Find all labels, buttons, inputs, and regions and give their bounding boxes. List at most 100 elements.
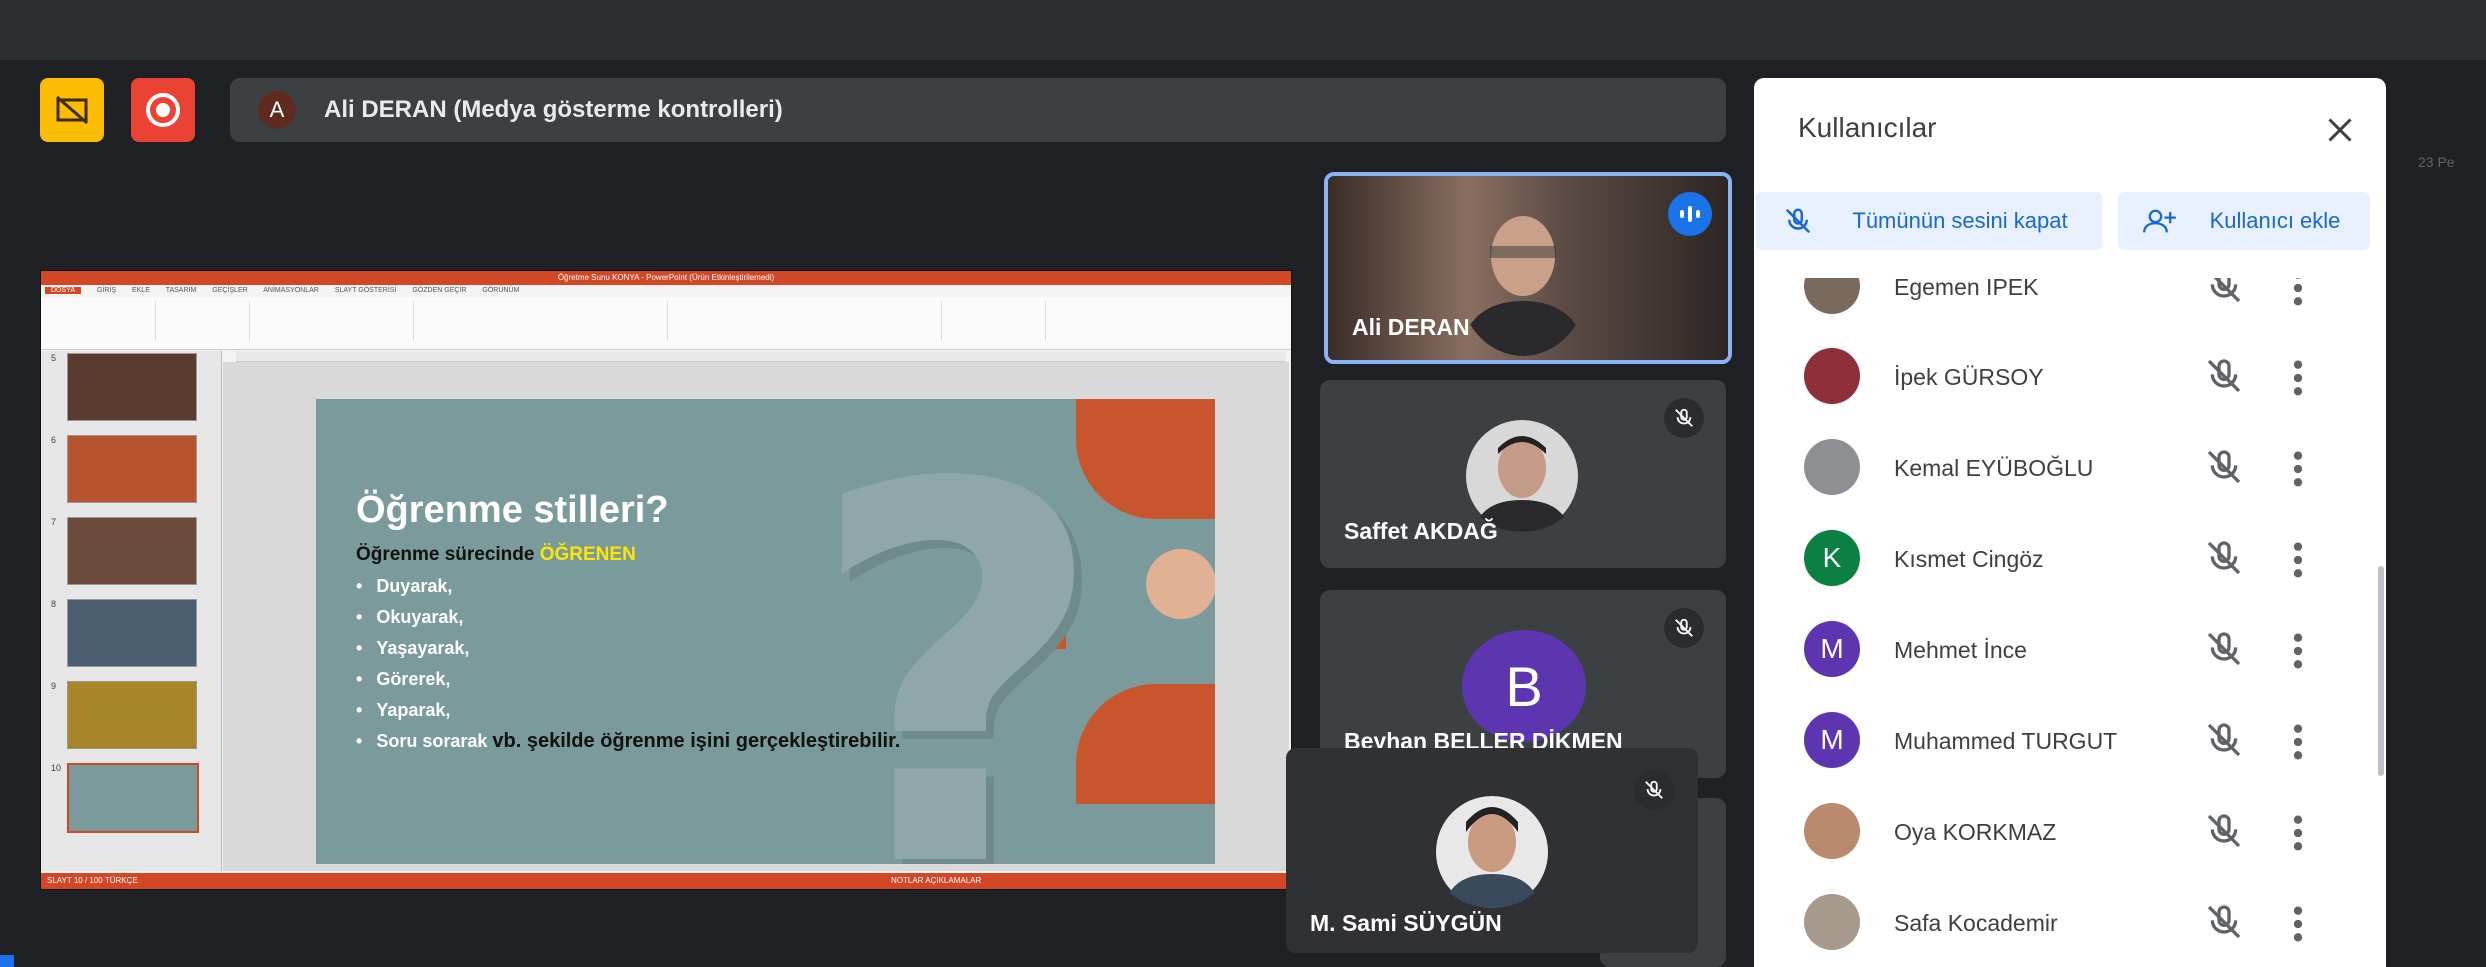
ppt-tab: GÖZDEN GEÇİR <box>412 287 467 294</box>
more-options-icon[interactable] <box>2290 813 2306 853</box>
slide-thumbnail <box>67 681 197 749</box>
participant-initial-avatar: K <box>1804 530 1860 586</box>
slide-bullet-bold: vb. şekilde öğrenme işini gerçekleştireb… <box>492 730 901 752</box>
participant-row[interactable]: Egemen İPEK <box>1774 278 2334 318</box>
mic-off-icon <box>1675 618 1693 637</box>
slide-bullet: Yaparak, <box>356 695 900 726</box>
slide-bullet: Duyarak, <box>356 571 900 602</box>
participant-row-name: Kemal EYÜBOĞLU <box>1894 455 2094 481</box>
slide-subtitle-prefix: Öğrenme sürecinde <box>356 544 540 565</box>
mic-off-icon <box>2207 723 2241 757</box>
record-button[interactable] <box>131 78 195 142</box>
participant-avatar <box>1466 420 1578 532</box>
ppt-tab: TASARIM <box>165 287 197 294</box>
ppt-ribbon-group <box>45 301 156 341</box>
ppt-ribbon-group <box>159 301 250 341</box>
mic-off-icon <box>2207 814 2241 848</box>
thumb-number: 7 <box>51 517 57 527</box>
participant-row-name: Muhammed TURGUT <box>1894 728 2118 754</box>
ppt-ribbon-tabs: DOSYA GİRİŞ EKLE TASARIM GEÇİŞLER ANİMAS… <box>41 285 1291 297</box>
record-icon <box>146 93 180 127</box>
people-panel: Kullanıcılar Tümünün sesini kapat Kullan… <box>1754 78 2386 967</box>
ppt-thumbnail-pane: 5 6 7 8 9 10 <box>41 351 222 871</box>
participant-row[interactable]: Safa Kocademir <box>1774 874 2334 954</box>
participant-tile-active[interactable]: Ali DERAN <box>1324 172 1732 364</box>
shared-screen: Öğretme Sunu KONYA - PowerPoint (Ürün Et… <box>40 270 1292 890</box>
close-icon[interactable] <box>2322 112 2358 148</box>
participant-row[interactable]: M Muhammed TURGUT <box>1774 692 2334 772</box>
participant-row[interactable]: İpek GÜRSOY <box>1774 328 2334 408</box>
add-user-button[interactable]: Kullanıcı ekle <box>2118 192 2370 250</box>
edge-date-text: 23 Pe <box>2418 154 2455 170</box>
slide-bullet: Görerek, <box>356 664 900 695</box>
mic-off-icon <box>2207 450 2241 484</box>
participant-photo <box>1804 348 1860 404</box>
more-options-icon[interactable] <box>2290 540 2306 580</box>
mute-all-label: Tümünün sesini kapat <box>1852 208 2068 233</box>
presenter-label: Ali DERAN (Medya gösterme kontrolleri) <box>324 96 783 123</box>
participant-row[interactable]: Kemal EYÜBOĞLU <box>1774 419 2334 499</box>
ppt-tab: SLAYT GÖSTERİSİ <box>334 287 397 294</box>
mic-off-icon <box>1645 780 1663 799</box>
participant-row[interactable]: Oya KORKMAZ <box>1774 783 2334 863</box>
mic-off-icon <box>2207 359 2241 393</box>
thumb-number: 10 <box>51 763 62 773</box>
presentation-off-icon <box>56 95 88 125</box>
ppt-tab: GÖRÜNÜM <box>482 287 520 294</box>
participant-initial-avatar: M <box>1804 712 1860 768</box>
more-options-icon[interactable] <box>2290 631 2306 671</box>
slide-thumbnail <box>67 353 197 421</box>
participant-photo <box>1804 278 1860 314</box>
more-options-icon[interactable] <box>2290 449 2306 489</box>
thumb-number: 9 <box>51 681 57 691</box>
mic-off-icon <box>2207 541 2241 575</box>
slide-thumbnail <box>67 599 197 667</box>
add-user-label: Kullanıcı ekle <box>2209 208 2341 233</box>
participant-photo <box>1804 439 1860 495</box>
slide-decoration <box>1146 549 1215 619</box>
participant-tile-floating[interactable]: M. Sami SÜYGÜN <box>1286 748 1698 953</box>
speaking-indicator <box>1668 192 1712 236</box>
participant-row[interactable]: M Mehmet İnce <box>1774 601 2334 681</box>
participant-row-name: Safa Kocademir <box>1894 910 2058 936</box>
thumb-number: 6 <box>51 435 57 445</box>
presenter-avatar: A <box>258 91 296 129</box>
mic-off-icon <box>2210 278 2241 303</box>
participant-tile[interactable]: Saffet AKDAĞ <box>1320 380 1726 568</box>
participant-row-name: Mehmet İnce <box>1894 637 2027 663</box>
participant-row-name: İpek GÜRSOY <box>1894 364 2044 390</box>
participant-video-person <box>1458 216 1588 356</box>
mic-off-icon <box>2207 905 2241 939</box>
participant-initial-avatar: B <box>1462 630 1586 742</box>
slide-bullet: Yaşayarak, <box>356 633 900 664</box>
more-options-icon[interactable] <box>2290 722 2306 762</box>
participant-name: M. Sami SÜYGÜN <box>1310 910 1502 936</box>
audio-level-icon <box>1680 206 1700 222</box>
ppt-ribbon-group <box>671 301 942 341</box>
panel-title: Kullanıcılar <box>1798 112 1937 143</box>
tile-mute-indicator <box>1634 770 1674 810</box>
presenter-bar[interactable]: A Ali DERAN (Medya gösterme kontrolleri) <box>230 78 1726 142</box>
ppt-status-left: SLAYT 10 / 100 TÜRKÇE <box>47 876 138 885</box>
slide-bullet-last: Soru sorarak vb. şekilde öğrenme işini g… <box>356 730 900 753</box>
slide-thumbnail-active <box>67 763 199 833</box>
mute-all-button[interactable]: Tümünün sesini kapat <box>1756 192 2102 250</box>
slide-subtitle: Öğrenme sürecinde ÖĞRENEN <box>356 544 636 566</box>
participant-row[interactable]: K Kısmet Cingöz <box>1774 510 2334 590</box>
slide-thumbnail <box>67 517 197 585</box>
slide-thumbnail <box>67 435 197 503</box>
more-options-icon[interactable] <box>2290 358 2306 398</box>
more-options-icon[interactable] <box>2290 904 2306 944</box>
thumb-number: 5 <box>51 353 57 363</box>
more-options-icon[interactable] <box>2290 278 2306 308</box>
current-slide: ? Öğrenme stilleri? Öğrenme sürecinde ÖĞ… <box>316 399 1215 864</box>
ppt-tab: DOSYA <box>45 287 81 294</box>
thumb-number: 8 <box>51 599 57 609</box>
panel-scrollbar[interactable] <box>2378 566 2384 776</box>
presentation-toggle-button[interactable] <box>40 78 104 142</box>
participant-avatar <box>1436 796 1548 908</box>
participant-name: Saffet AKDAĞ <box>1344 518 1498 544</box>
ppt-ribbon-group <box>945 301 1046 341</box>
participant-list: Egemen İPEK İpek GÜRSOY Kemal EYÜBOĞLU K… <box>1774 278 2334 967</box>
ppt-tab: EKLE <box>131 287 150 294</box>
